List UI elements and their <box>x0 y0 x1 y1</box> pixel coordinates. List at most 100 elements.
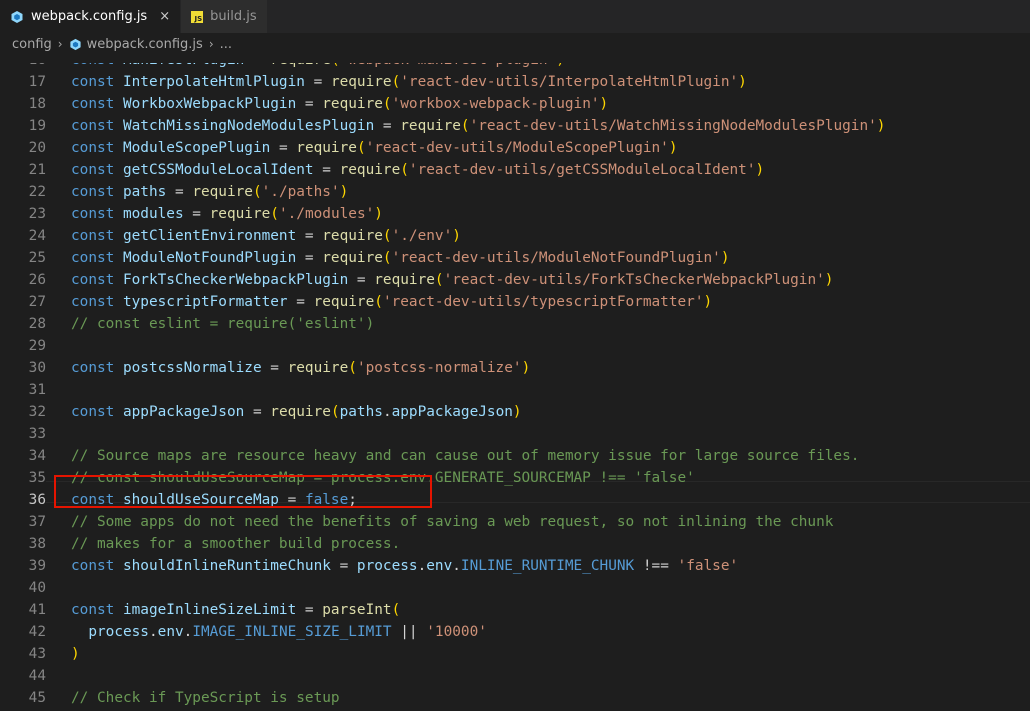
code-token: = <box>296 228 323 244</box>
line-number: 31 <box>28 382 46 398</box>
code-token: = <box>313 162 340 178</box>
breadcrumb-folder[interactable]: config <box>12 37 52 52</box>
close-tab-icon[interactable]: × <box>159 9 170 24</box>
code-token: ( <box>252 184 262 200</box>
code-token: require <box>287 360 349 376</box>
line-number: 19 <box>28 118 46 134</box>
code-line[interactable]: const paths = require('./paths') <box>71 181 885 203</box>
code-line[interactable]: process.env.IMAGE_INLINE_SIZE_LIMIT || '… <box>71 621 885 643</box>
code-token: . <box>452 558 461 574</box>
code-token: = <box>166 184 193 200</box>
line-number: 43 <box>28 646 46 662</box>
code-area[interactable]: const ManifestPlugin = require('webpack-… <box>71 63 885 711</box>
code-line[interactable]: const ModuleNotFoundPlugin = require('re… <box>71 247 885 269</box>
code-line[interactable]: // Some apps do not need the benefits of… <box>71 511 885 533</box>
code-token: shouldInlineRuntimeChunk <box>122 558 331 574</box>
code-line[interactable]: ) <box>71 643 885 665</box>
code-line[interactable]: const typescriptFormatter = require('rea… <box>71 291 885 313</box>
code-token: InterpolateHtmlPlugin <box>122 74 305 90</box>
line-number: 28 <box>28 316 46 332</box>
code-token: getClientEnvironment <box>122 228 297 244</box>
code-token: ( <box>330 404 340 420</box>
code-line[interactable]: const WorkboxWebpackPlugin = require('wo… <box>71 93 885 115</box>
code-token: ForkTsCheckerWebpackPlugin <box>122 272 349 288</box>
code-line[interactable]: // Check if TypeScript is setup <box>71 687 885 709</box>
code-line[interactable] <box>71 379 885 401</box>
code-token: require <box>322 96 383 112</box>
code-token: ( <box>382 96 392 112</box>
code-token: const <box>71 404 123 420</box>
code-token: const <box>71 272 123 288</box>
code-line[interactable]: const getCSSModuleLocalIdent = require('… <box>71 159 885 181</box>
code-token: process <box>356 558 418 574</box>
code-line[interactable]: const shouldInlineRuntimeChunk = process… <box>71 555 885 577</box>
code-token: ) <box>374 206 383 222</box>
code-token: require <box>322 250 383 266</box>
line-number: 35 <box>28 470 46 486</box>
code-token: // Source maps are resource heavy and ca… <box>71 448 860 464</box>
code-token: getCSSModuleLocalIdent <box>122 162 314 178</box>
code-line[interactable]: const postcssNormalize = require('postcs… <box>71 357 885 379</box>
code-line[interactable]: const ManifestPlugin = require('webpack-… <box>71 63 885 71</box>
code-token: 'react-dev-utils/ModuleScopePlugin' <box>365 140 669 156</box>
code-token: ) <box>556 63 565 68</box>
code-token: || <box>391 624 427 640</box>
code-token: ) <box>720 250 730 266</box>
line-number: 25 <box>28 250 46 266</box>
code-token: './env' <box>391 228 453 244</box>
code-line[interactable] <box>71 577 885 599</box>
line-number: 33 <box>28 426 46 442</box>
code-token: 'false' <box>677 558 739 574</box>
code-line[interactable] <box>71 335 885 357</box>
code-line[interactable]: // const eslint = require('eslint') <box>71 313 885 335</box>
code-token: WorkboxWebpackPlugin <box>122 96 297 112</box>
code-token: ( <box>400 162 409 178</box>
code-token: ) <box>668 140 678 156</box>
line-number: 18 <box>28 96 46 112</box>
code-token: ) <box>755 162 765 178</box>
tab-build-js[interactable]: JS build.js <box>181 0 268 33</box>
code-token: require <box>374 272 435 288</box>
code-line[interactable]: const imageInlineSizeLimit = parseInt( <box>71 599 885 621</box>
webpack-file-icon <box>10 10 24 24</box>
code-line[interactable] <box>71 423 885 445</box>
code-line[interactable]: const getClientEnvironment = require('./… <box>71 225 885 247</box>
line-number: 32 <box>28 404 46 420</box>
code-token: const <box>71 228 123 244</box>
code-line[interactable]: const WatchMissingNodeModulesPlugin = re… <box>71 115 885 137</box>
code-token: appPackageJson <box>122 404 245 420</box>
line-number: 16 <box>0 63 46 71</box>
code-token: 'workbox-webpack-plugin' <box>391 96 600 112</box>
breadcrumb-more[interactable]: ... <box>220 37 232 52</box>
code-token: paths <box>339 404 383 420</box>
code-token: require <box>400 118 461 134</box>
line-number: 44 <box>28 668 46 684</box>
code-token: typescriptFormatter <box>122 294 288 310</box>
js-file-icon: JS <box>191 10 204 23</box>
code-token: require <box>339 162 401 178</box>
code-token: = <box>296 602 323 618</box>
code-line[interactable]: const modules = require('./modules') <box>71 203 885 225</box>
line-number: 21 <box>28 162 46 178</box>
line-number: 17 <box>28 74 46 90</box>
code-token: !== <box>634 558 678 574</box>
code-token: paths <box>122 184 167 200</box>
line-number: 37 <box>28 514 46 530</box>
code-token: = <box>183 206 210 222</box>
code-line[interactable]: const ForkTsCheckerWebpackPlugin = requi… <box>71 269 885 291</box>
code-line[interactable]: const InterpolateHtmlPlugin = require('r… <box>71 71 885 93</box>
tab-webpack-config[interactable]: webpack.config.js × <box>0 0 182 33</box>
line-number: 36 <box>28 492 46 508</box>
code-token: . <box>417 558 427 574</box>
code-line[interactable]: const ModuleScopePlugin = require('react… <box>71 137 885 159</box>
code-line[interactable]: // makes for a smoother build process. <box>71 533 885 555</box>
code-token: // makes for a smoother build process. <box>71 536 401 552</box>
code-line[interactable]: const appPackageJson = require(paths.app… <box>71 401 885 423</box>
line-number: 39 <box>28 558 46 574</box>
code-editor[interactable]: 16 17 18 19 20 21 22 23 24 25 26 27 28 29 30 31 32 33 34 35… <box>0 63 1030 711</box>
breadcrumb-file[interactable]: webpack.config.js <box>87 37 203 52</box>
code-line[interactable]: // Source maps are resource heavy and ca… <box>71 445 885 467</box>
code-token: = <box>296 96 323 112</box>
code-line[interactable] <box>71 665 885 687</box>
